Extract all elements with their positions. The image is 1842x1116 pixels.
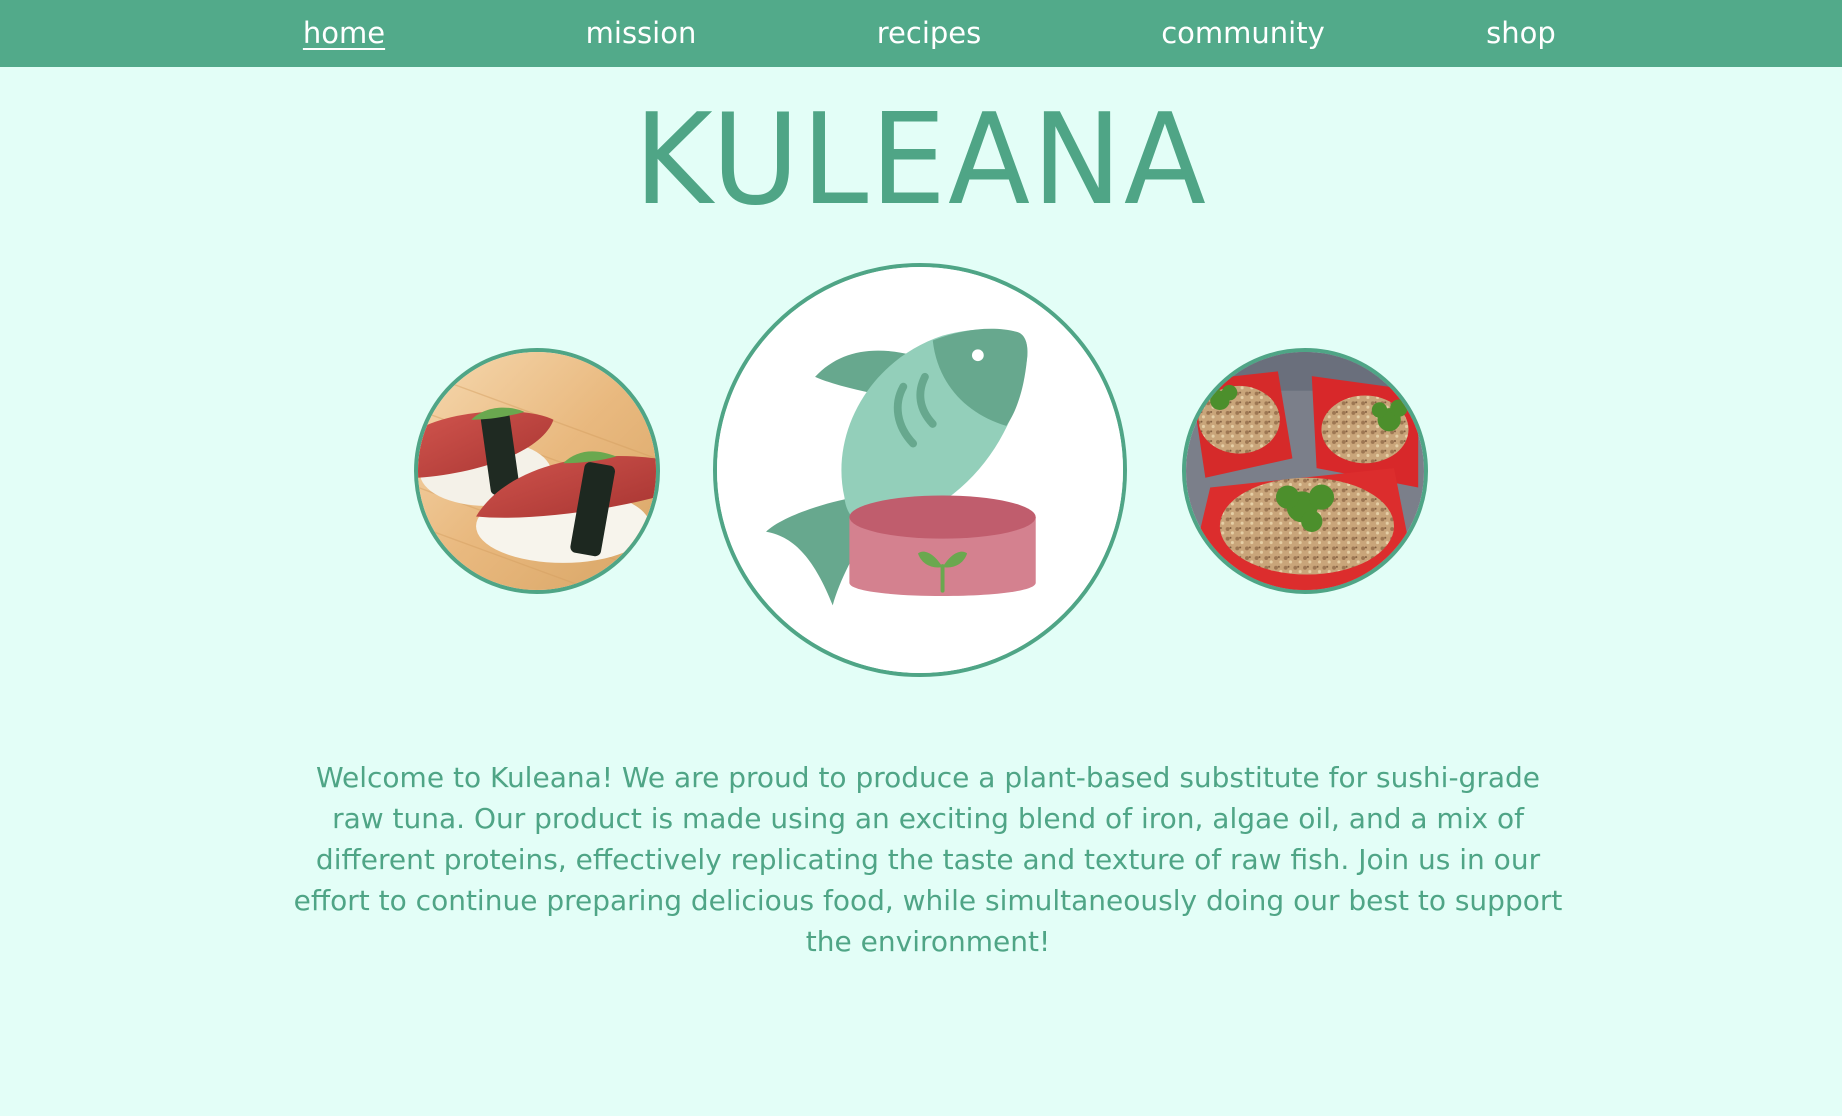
sushi-photo bbox=[414, 348, 660, 594]
stuffed-peppers-photo bbox=[1182, 348, 1428, 594]
nav-home[interactable]: home bbox=[303, 0, 385, 67]
nav-shop[interactable]: shop bbox=[1486, 0, 1556, 67]
nav-mission[interactable]: mission bbox=[586, 0, 697, 67]
nav-community[interactable]: community bbox=[1161, 0, 1325, 67]
top-navbar: home mission recipes community shop bbox=[0, 0, 1842, 67]
intro-text: Welcome to Kuleana! We are proud to prod… bbox=[293, 761, 1563, 958]
plant-based-tuna-can-icon bbox=[713, 263, 1127, 677]
nav-recipes[interactable]: recipes bbox=[877, 0, 982, 67]
site-logo: KULEANA bbox=[634, 87, 1208, 234]
